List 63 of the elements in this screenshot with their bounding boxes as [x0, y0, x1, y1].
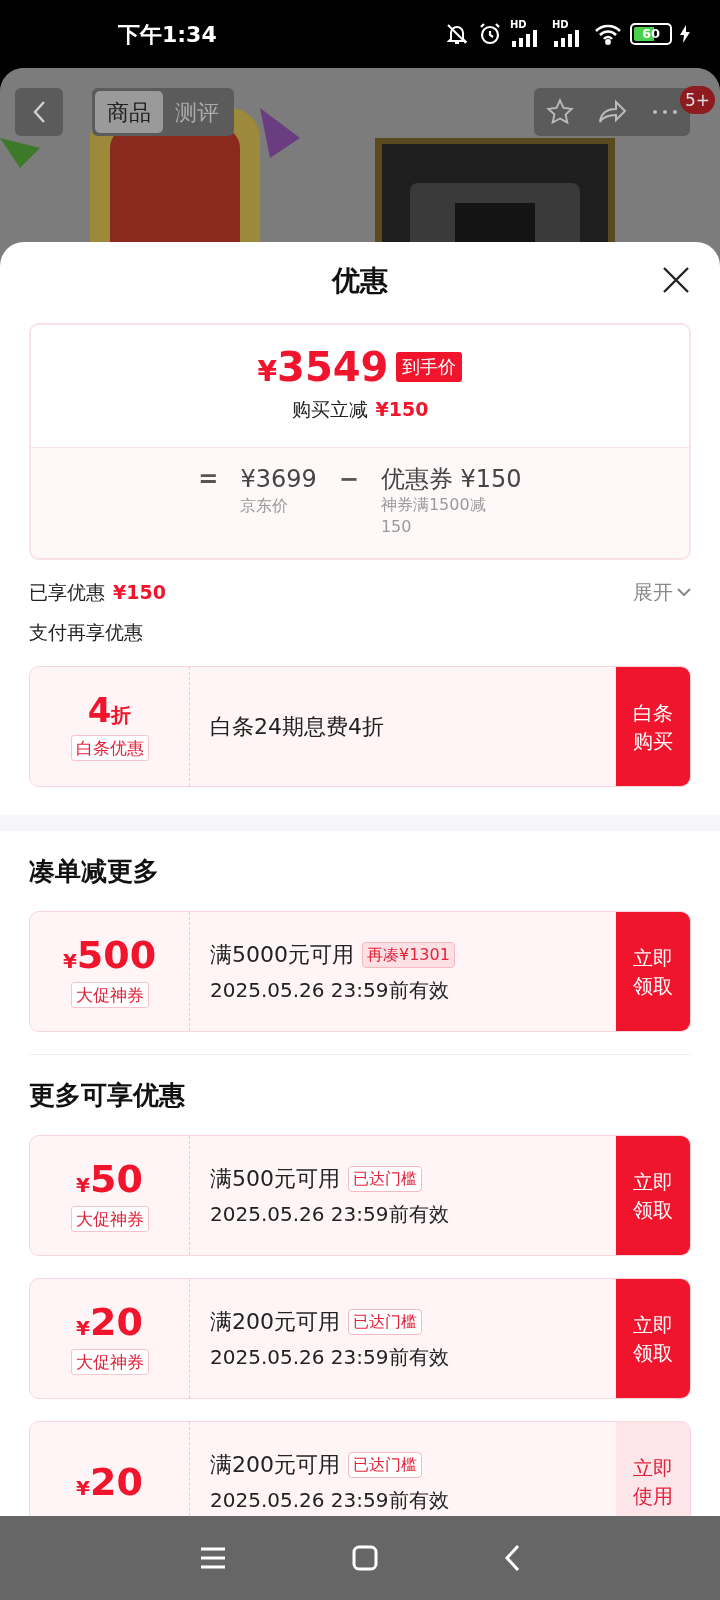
coupon-badge: 已达门槛: [348, 1308, 422, 1335]
expand-button[interactable]: 展开: [633, 577, 691, 607]
home-icon[interactable]: [352, 1545, 378, 1571]
coupon-condition: 满200元可用: [210, 1451, 340, 1479]
coupon-label: 大促神券: [70, 1205, 149, 1232]
coupon-validity: 2025.05.26 23:59前有效: [210, 1344, 450, 1371]
coupon-condition: 满500元可用: [210, 1165, 340, 1193]
close-icon[interactable]: [662, 266, 690, 294]
base-price-label: 京东价: [240, 495, 290, 517]
enjoyed-label: 已享优惠: [29, 579, 105, 605]
minus-sign: −: [338, 464, 359, 495]
coupon-condition: 满5000元可用: [210, 941, 354, 969]
claim-button[interactable]: 立即使用: [616, 1422, 690, 1516]
price-tag: 到手价: [396, 352, 463, 382]
section-title: 更多可享优惠: [29, 1079, 186, 1112]
tab[interactable]: 商品: [95, 91, 163, 133]
share-icon[interactable]: [598, 99, 628, 125]
tab[interactable]: 测评: [163, 91, 231, 133]
signal-label: HD: [510, 18, 527, 32]
final-price: ¥3549: [257, 347, 389, 387]
more-icon[interactable]: [652, 109, 678, 115]
claim-button[interactable]: 立即领取: [616, 912, 690, 1031]
offer-value: 4折: [87, 692, 132, 727]
coupon-amount: ¥50: [76, 1159, 143, 1198]
coupon-condition: 满200元可用: [210, 1308, 340, 1336]
back-button[interactable]: [15, 88, 63, 136]
coupon-deduction: 优惠券 ¥150: [380, 464, 522, 494]
coupon-note: 神券满1500减150: [380, 494, 487, 538]
star-icon[interactable]: [546, 98, 574, 126]
coupon-badge: 再凑¥1301: [362, 941, 455, 968]
back-icon[interactable]: [504, 1544, 520, 1572]
mute-bell-icon: [444, 22, 470, 46]
charging-icon: [680, 25, 690, 43]
discount-label: 购买立减: [291, 397, 368, 422]
equals-sign: =: [198, 464, 219, 495]
section-title: 凑单减更多: [29, 855, 160, 888]
offer-description: 白条24期息费4折: [210, 713, 384, 741]
coupon-validity: 2025.05.26 23:59前有效: [210, 1201, 450, 1228]
offer-label: 白条优惠: [70, 734, 149, 761]
coupon-amount: ¥500: [62, 935, 157, 974]
coupon-amount: ¥20: [76, 1302, 143, 1341]
claim-button[interactable]: 立即领取: [616, 1279, 690, 1398]
back-icon: [32, 100, 46, 124]
chevron-down-icon: [677, 587, 691, 597]
signal-label: HD: [552, 18, 569, 32]
alarm-icon: [478, 22, 502, 46]
enjoyed-amount: ¥150: [113, 579, 166, 605]
coupon-validity: 2025.05.26 23:59前有效: [210, 977, 450, 1004]
coupon-badge: 已达门槛: [348, 1451, 422, 1478]
wifi-icon: [594, 23, 622, 45]
base-price: ¥3699: [240, 464, 317, 494]
status-time: 下午1:34: [118, 20, 217, 49]
menu-icon[interactable]: [200, 1547, 226, 1569]
sheet-title: 优惠: [332, 263, 388, 299]
pay-button[interactable]: 白条购买: [616, 667, 690, 786]
section-title: 支付再享优惠: [29, 620, 144, 645]
claim-button[interactable]: 立即领取: [616, 1136, 690, 1255]
coupon-badge: 已达门槛: [348, 1165, 422, 1192]
discount-amount: ¥150: [375, 397, 429, 422]
coupon-amount: ¥20: [76, 1462, 143, 1501]
coupon-label: 大促神券: [70, 981, 149, 1008]
coupon-label: 大促神券: [70, 1348, 149, 1375]
coupon-validity: 2025.05.26 23:59前有效: [210, 1487, 450, 1514]
